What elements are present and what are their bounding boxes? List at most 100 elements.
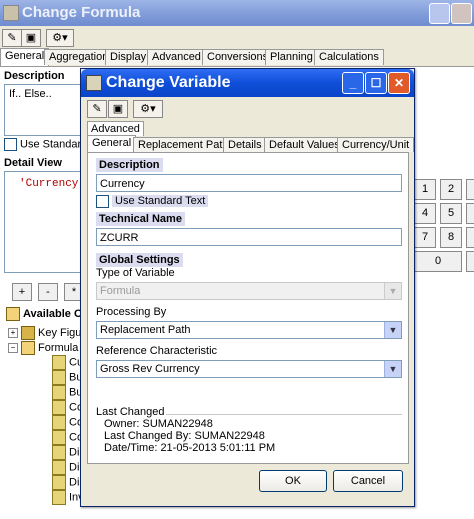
- tab-advanced[interactable]: Advanced: [147, 49, 206, 65]
- tab-planning[interactable]: Planning: [265, 49, 318, 65]
- background-close-button[interactable]: [451, 3, 472, 24]
- calc-key-extra[interactable]: [466, 203, 474, 224]
- description-heading: Description: [4, 70, 65, 82]
- tab-details[interactable]: Details: [223, 137, 267, 152]
- checkbox-box[interactable]: [4, 138, 17, 151]
- edit-icon[interactable]: ✎: [87, 100, 107, 118]
- use-standard-checkbox[interactable]: Use Standard: [4, 138, 87, 151]
- dialog-toolbar: ✎ ▣ ⚙▾: [81, 97, 414, 119]
- background-minimize-button[interactable]: [429, 3, 450, 24]
- reference-characteristic-select[interactable]: Gross Rev Currency ▼: [96, 360, 402, 378]
- save-icon[interactable]: ▣: [108, 100, 128, 118]
- calc-key-extra[interactable]: [466, 179, 474, 200]
- dialog-tab-strip: General Replacement Path Details Default…: [87, 135, 415, 153]
- key-figure-icon: [21, 326, 35, 340]
- tree-leaf[interactable]: Di: [52, 460, 79, 475]
- tab-display[interactable]: Display: [105, 49, 152, 65]
- save-icon[interactable]: ▣: [21, 29, 41, 47]
- tools-dropdown-icon[interactable]: ⚙▾: [133, 100, 163, 118]
- tab-replacement-path[interactable]: Replacement Path: [133, 137, 234, 152]
- operator-plus[interactable]: +: [12, 283, 32, 301]
- last-changed-by-text: Last Changed By: SUMAN22948: [104, 430, 265, 442]
- tree-leaf[interactable]: Inv: [52, 490, 84, 505]
- close-button[interactable]: ✕: [388, 72, 410, 94]
- calc-key-0[interactable]: 0: [414, 251, 462, 272]
- variable-icon: [52, 445, 66, 460]
- tree-leaf[interactable]: Bu: [52, 385, 82, 400]
- processing-by-value: Replacement Path: [100, 324, 191, 336]
- chevron-down-icon[interactable]: ▼: [384, 322, 401, 338]
- use-standard-text-checkbox[interactable]: Use Standard Text: [96, 194, 209, 208]
- dialog-title-bar[interactable]: Change Variable _ ☐ ✕: [81, 69, 414, 97]
- tab-general[interactable]: General: [0, 48, 50, 67]
- variable-icon: [52, 370, 66, 385]
- technical-name-heading: Technical Name: [96, 212, 185, 226]
- minimize-button[interactable]: _: [342, 72, 364, 94]
- dialog-title: Change Variable: [106, 74, 231, 91]
- ok-button[interactable]: OK: [259, 470, 327, 492]
- tools-dropdown-icon[interactable]: ⚙▾: [46, 29, 74, 47]
- variable-icon: [52, 400, 66, 415]
- variable-icon: [52, 490, 66, 505]
- formula-text: 'Currency: [19, 178, 79, 190]
- expand-icon[interactable]: +: [8, 328, 18, 338]
- tree-leaf[interactable]: Di: [52, 445, 79, 460]
- use-standard-label: Use Standard: [20, 138, 88, 151]
- processing-by-label: Processing By: [96, 306, 167, 318]
- calc-key-1[interactable]: 1: [414, 179, 436, 200]
- variable-icon: [52, 385, 66, 400]
- folder-icon: [6, 307, 20, 321]
- tree-leaf[interactable]: Bu: [52, 370, 82, 385]
- calc-key-4[interactable]: 4: [414, 203, 436, 224]
- use-standard-text-label: Use Standard Text: [112, 195, 209, 207]
- tree-leaf[interactable]: Co: [52, 430, 83, 445]
- variable-icon: [52, 460, 66, 475]
- tree-leaf[interactable]: Di: [52, 475, 79, 490]
- background-tab-strip: General Aggregation Display Advanced Con…: [0, 48, 474, 67]
- type-of-variable-value: Formula: [100, 285, 141, 297]
- formula-editor[interactable]: 'Currency: [4, 171, 86, 273]
- description-input[interactable]: Currency: [96, 174, 402, 192]
- variable-icon: [52, 415, 66, 430]
- app-icon: [3, 5, 19, 21]
- tree-leaf[interactable]: Co: [52, 400, 83, 415]
- detail-view-heading: Detail View: [4, 157, 62, 169]
- calc-key-7[interactable]: 7: [414, 227, 436, 248]
- tree-leaf[interactable]: Co: [52, 415, 83, 430]
- calc-key-extra[interactable]: [466, 227, 474, 248]
- chevron-down-icon: ▼: [384, 283, 401, 299]
- tab-advanced[interactable]: Advanced: [87, 121, 144, 136]
- background-window-title: Change Formula: [22, 4, 141, 21]
- chevron-down-icon[interactable]: ▼: [384, 361, 401, 377]
- tab-calculations[interactable]: Calculations: [314, 49, 384, 65]
- change-variable-dialog: Change Variable _ ☐ ✕ ✎ ▣ ⚙▾ Advanced Ge…: [80, 68, 415, 507]
- type-of-variable-select: Formula ▼: [96, 282, 402, 300]
- date-time-text: Date/Time: 21-05-2013 5:01:11 PM: [104, 442, 276, 454]
- tab-currency-unit[interactable]: Currency/Unit: [337, 137, 415, 152]
- tree-leaf[interactable]: Cu: [52, 355, 83, 370]
- calc-key-2[interactable]: 2: [440, 179, 462, 200]
- checkbox-box[interactable]: [96, 194, 109, 208]
- tab-aggregation[interactable]: Aggregation: [44, 49, 114, 65]
- operator-minus[interactable]: -: [38, 283, 58, 301]
- calc-key-8[interactable]: 8: [440, 227, 462, 248]
- tree-node-key-figures[interactable]: + Key Figu: [8, 326, 81, 340]
- cancel-button[interactable]: Cancel: [333, 470, 403, 492]
- tab-general[interactable]: General: [87, 135, 137, 153]
- formula-description-box[interactable]: If.. Else..: [4, 84, 86, 136]
- maximize-button[interactable]: ☐: [365, 72, 387, 94]
- general-tab-panel: Description Currency Use Standard Text T…: [87, 152, 409, 464]
- tree-node-formula-variables[interactable]: − Formula: [8, 341, 78, 355]
- tab-conversions[interactable]: Conversions: [202, 49, 274, 65]
- tab-default-values[interactable]: Default Values: [264, 137, 345, 152]
- collapse-icon[interactable]: −: [8, 343, 18, 353]
- edit-icon[interactable]: ✎: [2, 29, 22, 47]
- processing-by-select[interactable]: Replacement Path ▼: [96, 321, 402, 339]
- owner-text: Owner: SUMAN22948: [104, 418, 213, 430]
- calc-key-extra[interactable]: [466, 251, 474, 272]
- type-of-variable-label: Type of Variable: [96, 267, 175, 279]
- folder-icon: [21, 341, 35, 355]
- background-title-bar[interactable]: Change Formula: [0, 0, 474, 26]
- calc-key-5[interactable]: 5: [440, 203, 462, 224]
- technical-name-input[interactable]: ZCURR: [96, 228, 402, 246]
